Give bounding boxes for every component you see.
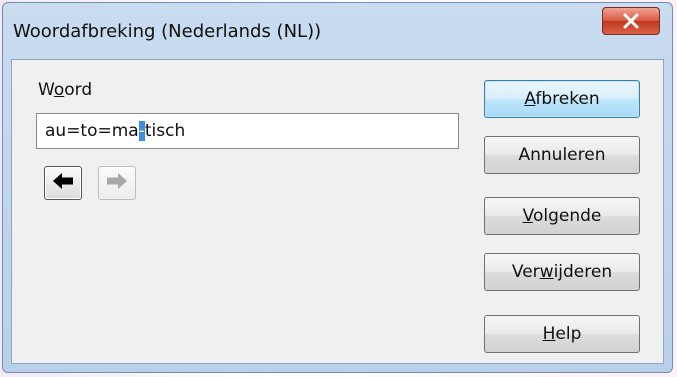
title-bar: Woordafbreking (Nederlands (NL)) xyxy=(3,3,672,57)
word-text-after: tisch xyxy=(144,121,186,141)
arrow-left-icon xyxy=(51,171,75,195)
close-button[interactable] xyxy=(602,7,660,35)
hyphenate-button-label: Afbreken xyxy=(524,89,600,109)
word-label: Woord xyxy=(38,80,93,100)
close-icon xyxy=(622,13,640,29)
arrow-right-icon xyxy=(105,171,129,195)
hyphenate-button[interactable]: Afbreken xyxy=(484,80,640,118)
help-button-label: Help xyxy=(542,324,582,344)
help-button[interactable]: Help xyxy=(484,315,640,353)
hyphenation-dialog: Woordafbreking (Nederlands (NL)) Woord a… xyxy=(2,2,673,373)
remove-button[interactable]: Verwijderen xyxy=(484,253,640,291)
dialog-title: Woordafbreking (Nederlands (NL)) xyxy=(13,21,322,42)
word-field[interactable]: au=to=ma-tisch xyxy=(36,113,459,149)
word-text-before: au=to=ma xyxy=(45,121,139,141)
dialog-body: Woord au=to=ma-tisch Afbreken Annuleren … xyxy=(11,59,664,364)
next-button[interactable]: Volgende xyxy=(484,197,640,235)
previous-button[interactable] xyxy=(44,166,82,200)
cancel-button[interactable]: Annuleren xyxy=(484,136,640,174)
remove-button-label: Verwijderen xyxy=(511,262,613,282)
next-button-label: Volgende xyxy=(522,206,602,226)
next-arrow-button[interactable] xyxy=(98,166,136,200)
cancel-button-label: Annuleren xyxy=(518,145,606,165)
